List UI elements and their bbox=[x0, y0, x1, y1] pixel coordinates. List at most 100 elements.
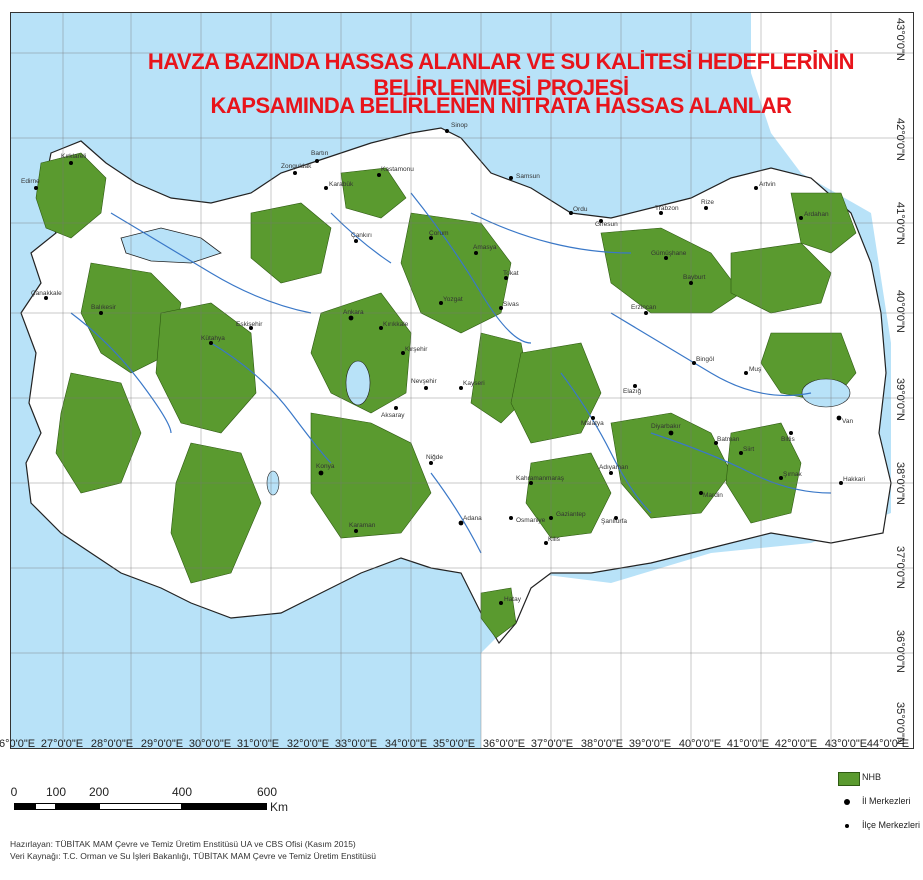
scale-segment bbox=[99, 803, 182, 810]
city-marker bbox=[509, 516, 513, 520]
city-label-batman: Batman bbox=[717, 436, 740, 443]
city-label-eskisehir: Eskişehir bbox=[236, 321, 263, 328]
lake-tuz bbox=[345, 360, 371, 406]
lat-label: 41°0'0"N bbox=[894, 202, 906, 245]
map-panel[interactable]: Sinop Bartın Zonguldak Karabük Kastamonu… bbox=[10, 12, 914, 749]
city-label-amasya: Amasya bbox=[473, 244, 497, 251]
city-label-ordu: Ordu bbox=[573, 206, 588, 213]
nhb-swatch-icon bbox=[838, 772, 860, 786]
map-title-line2: KAPSAMINDA BELİRLENEN NİTRATA HASSAS ALA… bbox=[210, 93, 792, 118]
legend-label: İlçe Merkezleri bbox=[862, 820, 921, 830]
city-label-sanliurfa: Şanlıurfa bbox=[601, 518, 627, 525]
city-label-aksaray: Aksaray bbox=[381, 412, 405, 419]
city-marker bbox=[689, 281, 693, 285]
scale-segment bbox=[35, 803, 56, 810]
city-marker bbox=[293, 171, 297, 175]
city-label-cankiri: Çankırı bbox=[351, 232, 372, 239]
city-label-balikesir: Balıkesir bbox=[91, 304, 117, 311]
scale-label: 400 bbox=[171, 785, 193, 799]
legend-label: İl Merkezleri bbox=[862, 796, 911, 806]
city-marker bbox=[324, 186, 328, 190]
city-label-karaman: Karaman bbox=[349, 522, 376, 529]
city-label-gumushane: Gümüşhane bbox=[651, 250, 687, 257]
city-marker bbox=[789, 431, 793, 435]
city-label-bingol: Bingöl bbox=[696, 356, 715, 363]
lat-label: 36°0'0"N bbox=[894, 630, 906, 673]
city-label-nigde: Niğde bbox=[426, 454, 443, 461]
scale-segment bbox=[56, 803, 99, 810]
lon-label: 38°0'0"E bbox=[580, 738, 624, 750]
city-label-diyarbakir: Diyarbakır bbox=[651, 423, 681, 430]
city-label-kutahya: Kütahya bbox=[201, 335, 225, 342]
legend-item-il-merkezleri: İl Merkezleri bbox=[838, 796, 923, 820]
lon-label: 36°0'0"E bbox=[482, 738, 526, 750]
city-label-sinop: Sinop bbox=[451, 122, 468, 129]
city-label-kayseri: Kayseri bbox=[463, 380, 485, 387]
city-marker bbox=[315, 159, 319, 163]
lat-label: 42°0'0"N bbox=[894, 118, 906, 161]
lat-label: 37°0'0"N bbox=[894, 546, 906, 589]
map-canvas: Sinop Bartın Zonguldak Karabük Kastamonu… bbox=[11, 13, 913, 748]
lat-label: 35°0'0"N bbox=[894, 702, 906, 745]
city-label-zonguldak: Zonguldak bbox=[281, 163, 312, 170]
scale-segment bbox=[14, 803, 35, 810]
city-marker bbox=[377, 173, 381, 177]
city-label-nevsehir: Nevşehir bbox=[411, 378, 437, 385]
city-label-tokat: Tokat bbox=[503, 270, 519, 277]
lon-label: 27°0'0"E bbox=[40, 738, 84, 750]
city-label-ardahan: Ardahan bbox=[804, 211, 829, 218]
map-legend: NHB İl Merkezleri İlçe Merkezleri bbox=[838, 772, 923, 844]
lon-label: 26°0'0"E bbox=[0, 738, 36, 750]
city-label-adiyaman: Adıyaman bbox=[599, 464, 629, 471]
city-marker bbox=[318, 470, 324, 476]
map-frame: Sinop Bartın Zonguldak Karabük Kastamonu… bbox=[0, 0, 923, 880]
city-label-bayburt: Bayburt bbox=[683, 274, 706, 281]
city-label-corum: Çorum bbox=[429, 230, 449, 237]
city-marker bbox=[644, 311, 648, 315]
lon-label: 35°0'0"E bbox=[432, 738, 476, 750]
city-marker bbox=[348, 315, 354, 321]
scale-segment bbox=[182, 803, 267, 810]
city-label-yozgat: Yozgat bbox=[443, 296, 463, 303]
city-label-mardin: Mardin bbox=[703, 492, 723, 499]
city-label-bitlis: Bitlis bbox=[781, 436, 795, 443]
city-label-bartin: Bartın bbox=[311, 150, 329, 157]
city-label-sirnak: Şırnak bbox=[783, 471, 803, 478]
lon-label: 34°0'0"E bbox=[384, 738, 428, 750]
city-marker bbox=[354, 239, 358, 243]
city-label-kilis: Kilis bbox=[548, 536, 561, 543]
city-label-erzincan: Erzincan bbox=[631, 304, 657, 311]
city-label-canakkale: Çanakkale bbox=[31, 290, 62, 297]
city-label-kastamonu: Kastamonu bbox=[381, 166, 414, 173]
scale-unit: Km bbox=[270, 800, 288, 814]
city-marker bbox=[744, 371, 748, 375]
lon-label: 42°0'0"E bbox=[774, 738, 818, 750]
city-marker bbox=[445, 129, 449, 133]
city-marker bbox=[668, 430, 674, 436]
city-marker bbox=[394, 406, 398, 410]
city-label-kirsehir: Kırşehir bbox=[405, 346, 428, 353]
scale-label: 100 bbox=[45, 785, 67, 799]
city-marker bbox=[549, 516, 553, 520]
city-label-hatay: Hatay bbox=[504, 596, 522, 603]
city-marker bbox=[474, 251, 478, 255]
city-label-kirklareli: Kırklareli bbox=[61, 153, 86, 160]
lon-label: 30°0'0"E bbox=[188, 738, 232, 750]
city-label-artvin: Artvin bbox=[759, 181, 776, 188]
city-label-trabzon: Trabzon bbox=[655, 205, 679, 212]
scale-bar: 0 100 200 400 600 Km bbox=[10, 785, 310, 825]
city-label-sivas: Sivas bbox=[503, 301, 520, 308]
city-label-malatya: Malatya bbox=[581, 420, 604, 427]
city-label-giresun: Giresun bbox=[595, 221, 618, 228]
city-label-kirikkale: Kırıkkale bbox=[383, 321, 409, 328]
city-label-karabuk: Karabük bbox=[329, 181, 354, 188]
city-label-konya: Konya bbox=[316, 463, 335, 470]
lat-label: 39°0'0"N bbox=[894, 378, 906, 421]
city-marker bbox=[354, 529, 358, 533]
lon-label: 31°0'0"E bbox=[236, 738, 280, 750]
credits-prepared-by: Hazırlayan: TÜBİTAK MAM Çevre ve Temiz Ü… bbox=[10, 839, 356, 849]
city-marker bbox=[34, 186, 38, 190]
scale-label: 200 bbox=[88, 785, 110, 799]
lon-label: 43°0'0"E bbox=[824, 738, 868, 750]
lon-label: 32°0'0"E bbox=[286, 738, 330, 750]
